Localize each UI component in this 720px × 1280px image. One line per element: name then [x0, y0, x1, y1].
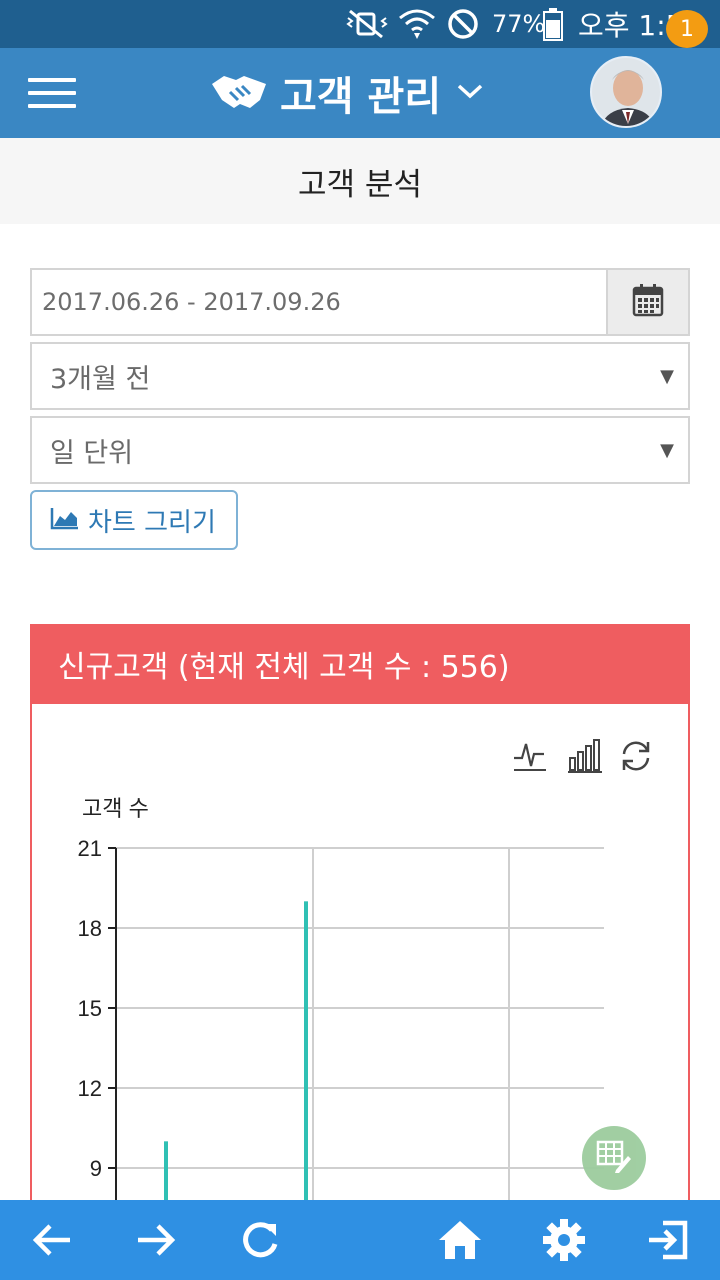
y-tick-label: 9 — [90, 1156, 102, 1181]
dropdown-arrow-icon: ▼ — [660, 439, 674, 461]
app-title-dropdown[interactable]: 고객 관리 — [210, 48, 483, 138]
bar-chart-icon[interactable] — [564, 736, 604, 776]
chevron-down-icon — [457, 83, 483, 103]
edit-table-button[interactable] — [582, 1126, 646, 1190]
line-chart-icon[interactable] — [510, 736, 550, 776]
vibrate-mute-icon — [344, 0, 390, 48]
handshake-icon — [210, 70, 268, 116]
status-bar: 77% 오후 1:54 — [0, 0, 720, 48]
chart-bar — [164, 1141, 168, 1200]
y-tick-label: 12 — [78, 1076, 102, 1101]
y-axis-ticks: 21 18 15 12 9 — [78, 836, 116, 1181]
chart-bar — [304, 901, 308, 1200]
do-not-disturb-icon — [446, 0, 480, 48]
notification-badge[interactable]: 1 — [666, 10, 708, 48]
logout-icon[interactable] — [628, 1200, 708, 1280]
dropdown-arrow-icon: ▼ — [660, 365, 674, 387]
draw-chart-button[interactable]: 차트 그리기 — [30, 490, 238, 550]
date-range-field[interactable]: 2017.06.26 - 2017.09.26 — [30, 268, 690, 336]
home-icon[interactable] — [420, 1200, 500, 1280]
forward-arrow-icon[interactable] — [116, 1200, 196, 1280]
page-title-bar: 고객 분석 — [0, 138, 720, 224]
y-tick-label: 21 — [78, 836, 102, 861]
app-header: 고객 관리 — [0, 48, 720, 138]
draw-chart-label: 차트 그리기 — [88, 507, 216, 538]
new-customers-chart: 고객 수 21 18 15 12 9 — [78, 796, 604, 1200]
page-title: 고객 분석 — [298, 166, 422, 203]
unit-select-value: 일 단위 — [50, 437, 134, 469]
unit-select[interactable]: 일 단위 ▼ — [30, 416, 690, 484]
avatar[interactable] — [590, 56, 662, 128]
calendar-icon — [632, 283, 664, 321]
y-tick-label: 15 — [78, 996, 102, 1021]
battery-icon — [542, 0, 564, 48]
refresh-icon[interactable] — [616, 736, 656, 776]
chart-bars — [164, 901, 308, 1200]
back-arrow-icon[interactable] — [12, 1200, 92, 1280]
reload-icon[interactable] — [220, 1200, 300, 1280]
calendar-button[interactable] — [606, 270, 688, 334]
menu-icon[interactable] — [28, 78, 76, 108]
period-select[interactable]: 3개월 전 ▼ — [30, 342, 690, 410]
battery-percent: 77% — [492, 10, 546, 38]
date-range-value: 2017.06.26 - 2017.09.26 — [42, 288, 341, 316]
y-axis-label: 고객 수 — [82, 796, 149, 821]
bottom-nav — [0, 1200, 720, 1280]
area-chart-icon — [50, 506, 80, 534]
app-title: 고객 관리 — [280, 74, 442, 120]
settings-icon[interactable] — [524, 1200, 604, 1280]
table-edit-icon — [596, 1138, 632, 1178]
chart-grid — [116, 847, 604, 1200]
wifi-icon — [398, 0, 436, 48]
y-tick-label: 18 — [78, 916, 102, 941]
panel-title: 신규고객 (현재 전체 고객 수 : 556) — [58, 650, 510, 685]
period-select-value: 3개월 전 — [50, 363, 151, 395]
panel-header: 신규고객 (현재 전체 고객 수 : 556) — [30, 624, 690, 704]
